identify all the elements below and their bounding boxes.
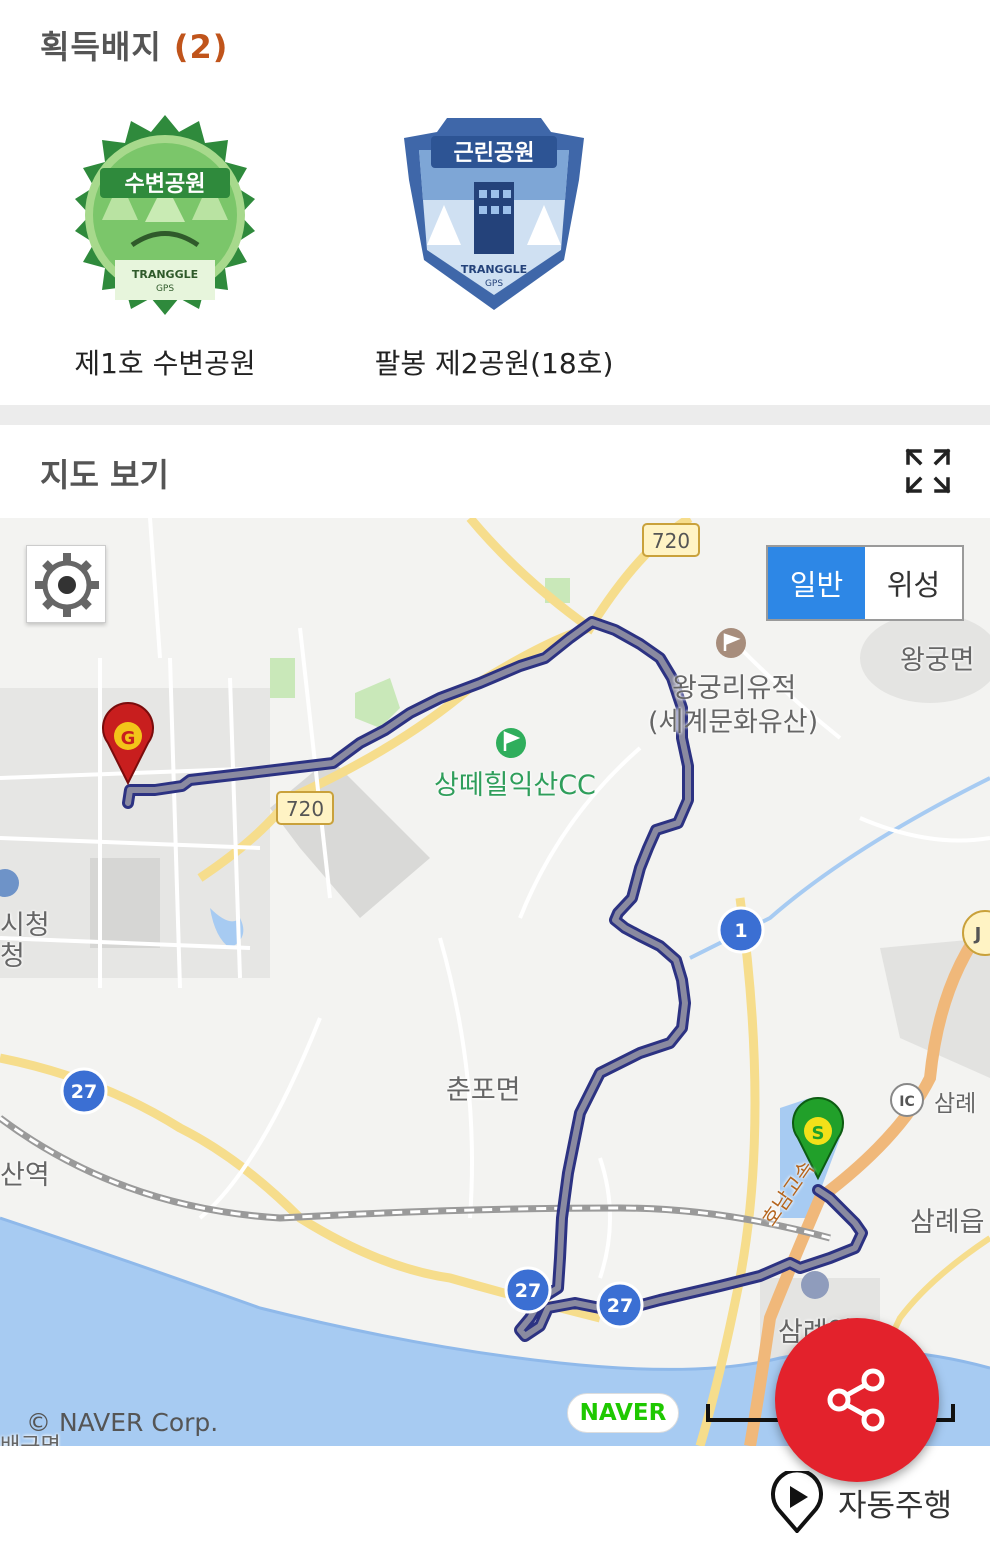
map-type-satellite-button[interactable]: 위성 [865, 547, 962, 619]
badge-waterside-park[interactable]: 수변공원 TRANGGLE GPS 제1호 수변공원 [25, 110, 305, 380]
svg-text:GPS: GPS [156, 284, 174, 294]
road-shield: 27 [504, 1266, 552, 1314]
svg-text:IC: IC [899, 1094, 914, 1110]
station-label: 산역 [0, 1160, 50, 1191]
autoplay-label: 자동주행 [838, 1487, 953, 1524]
svg-text:720: 720 [652, 529, 690, 553]
map-type-normal-button[interactable]: 일반 [768, 547, 865, 619]
road-shield: 720 [642, 523, 700, 557]
svg-text:1: 1 [734, 920, 747, 942]
svg-text:27: 27 [607, 1295, 633, 1317]
svg-text:TRANGGLE: TRANGGLE [132, 268, 198, 281]
map-type-toggle: 일반 위성 [766, 545, 964, 621]
gear-icon [35, 553, 99, 617]
svg-text:27: 27 [71, 1081, 97, 1103]
badges-title-text: 획득배지 [40, 28, 162, 66]
golf-icon [496, 728, 526, 758]
expand-icon [905, 448, 951, 494]
svg-text:GPS: GPS [485, 279, 503, 289]
share-button[interactable] [775, 1318, 939, 1482]
svg-text:J: J [973, 924, 982, 945]
naver-logo: NAVER [567, 1393, 679, 1433]
map-settings-button[interactable] [26, 545, 106, 623]
golf-course-label: 상떼힐익산CC [434, 770, 596, 801]
svg-text:720: 720 [286, 797, 324, 821]
svg-text:S: S [812, 1123, 825, 1144]
map-copyright: © NAVER Corp. [26, 1408, 219, 1437]
share-icon [827, 1368, 885, 1432]
chunpo-label: 춘포면 [446, 1075, 521, 1106]
road-shield: 27 [60, 1067, 108, 1115]
badges-section: 획득배지 (2) 수변공원 TRANGGLE GPS 제1호 수변공원 근린공원 [0, 0, 990, 405]
road-shield: 1 [717, 906, 765, 954]
badges-title: 획득배지 (2) [40, 22, 228, 68]
heritage-sub-label: (세계문화유산) [648, 707, 819, 738]
fullscreen-button[interactable] [904, 447, 952, 495]
station-icon [801, 1271, 829, 1299]
svg-text:수변공원: 수변공원 [125, 172, 206, 197]
wanggung-label: 왕궁면 [900, 645, 975, 676]
samnye-label: 삼례읍 [910, 1207, 985, 1238]
heritage-icon [716, 628, 746, 658]
samnye-ic-label: 삼례 [934, 1091, 977, 1117]
map-header: 지도 보기 [0, 425, 990, 518]
map-canvas: 720 720 1 27 27 27 IC J G S [0, 518, 990, 1446]
play-location-icon [771, 1471, 823, 1533]
neighborhood-park-badge-icon: 근린공원 TRANGGLE GPS [404, 118, 584, 310]
badge-name: 제1호 수변공원 [74, 347, 256, 380]
svg-text:27: 27 [515, 1280, 541, 1302]
section-divider [0, 405, 990, 425]
autoplay-button[interactable]: 자동주행 [768, 1471, 953, 1533]
svg-text:근린공원: 근린공원 [454, 141, 535, 166]
road-shield: 720 [276, 791, 334, 825]
map-title: 지도 보기 [40, 456, 169, 494]
svg-text:G: G [121, 728, 136, 749]
badge-neighborhood-park[interactable]: 근린공원 TRANGGLE GPS 팔봉 제2공원(18호) [354, 110, 634, 380]
road-shield: IC [890, 1083, 924, 1117]
road-shield: 27 [596, 1281, 644, 1329]
city-hall-label-2: 청 [0, 941, 25, 972]
route-map[interactable]: 720 720 1 27 27 27 IC J G S 상떼힐익산CC 왕궁리유… [0, 518, 990, 1446]
badge-name: 팔봉 제2공원(18호) [374, 347, 614, 380]
svg-text:TRANGGLE: TRANGGLE [461, 263, 527, 276]
badges-count: (2) [173, 28, 229, 66]
waterside-park-badge-icon: 수변공원 TRANGGLE GPS [75, 115, 255, 315]
